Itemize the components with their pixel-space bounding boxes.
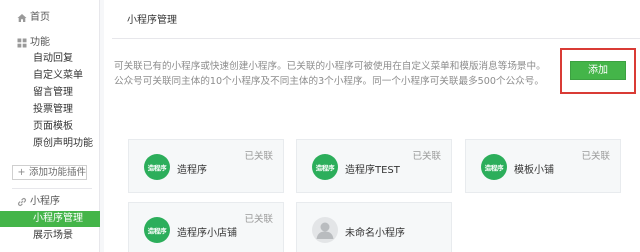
description: 可关联已有的小程序或快速创建小程序。已关联的小程序可被使用在自定义菜单和模版消息… <box>114 60 554 89</box>
card-name: 未命名小程序 <box>345 228 405 239</box>
sidebar-section-label: 小程序 <box>30 196 60 207</box>
sidebar-item-home[interactable]: 首页 <box>0 10 100 26</box>
logo-text: 造程序 <box>484 164 504 172</box>
title-divider <box>112 38 640 39</box>
add-button-highlight: 添加 <box>560 48 636 94</box>
sidebar: 首页 功能 自动回复 自定义菜单 留言管理 投票管理 页面模板 原创声明功能 +… <box>0 0 100 252</box>
sidebar-item-original-declaration[interactable]: 原创声明功能 <box>0 136 100 152</box>
miniprogram-card[interactable]: 造程序 模板小铺 已关联 <box>465 139 621 193</box>
miniprogram-card[interactable]: 造程序 造程序TEST 已关联 <box>296 139 452 193</box>
sidebar-item-custom-menu[interactable]: 自定义菜单 <box>0 68 100 84</box>
miniprogram-card[interactable]: 造程序 造程序小店铺 已关联 <box>128 202 284 252</box>
sidebar-item-votes[interactable]: 投票管理 <box>0 102 100 118</box>
page-title: 小程序管理 <box>127 15 177 26</box>
plus-icon: + <box>17 167 26 178</box>
link-icon <box>17 197 27 207</box>
miniprogram-logo-icon: 造程序 <box>312 154 338 180</box>
user-avatar-icon <box>312 217 338 243</box>
card-name: 模板小铺 <box>514 165 554 176</box>
sidebar-item-display-scenes[interactable]: 展示场景 <box>0 228 100 244</box>
home-icon <box>17 14 27 22</box>
miniprogram-logo-icon: 造程序 <box>144 217 170 243</box>
sidebar-section-miniprogram: 小程序 <box>0 194 100 210</box>
grid-icon <box>17 38 27 48</box>
sidebar-divider <box>12 188 92 189</box>
sidebar-item-miniprogram-management[interactable]: 小程序管理 <box>0 211 100 227</box>
card-name: 造程序小店铺 <box>177 228 237 239</box>
sidebar-item-auto-reply[interactable]: 自动回复 <box>0 51 100 67</box>
add-plugin-label: 添加功能插件 <box>29 167 87 178</box>
status-badge: 已关联 <box>244 151 273 162</box>
sidebar-item-page-templates[interactable]: 页面模板 <box>0 119 100 135</box>
add-button[interactable]: 添加 <box>570 61 626 80</box>
main-panel: 小程序管理 可关联已有的小程序或快速创建小程序。已关联的小程序可被使用在自定义菜… <box>104 0 640 252</box>
card-name: 造程序 <box>177 165 207 176</box>
miniprogram-card[interactable]: 造程序 造程序 已关联 <box>128 139 284 193</box>
logo-text: 造程序 <box>315 164 335 172</box>
miniprogram-card[interactable]: 未命名小程序 <box>296 202 452 252</box>
card-name: 造程序TEST <box>345 165 400 176</box>
sidebar-section-label: 功能 <box>30 37 50 48</box>
sidebar-section-features: 功能 <box>0 35 100 51</box>
status-badge: 已关联 <box>244 214 273 225</box>
sidebar-item-label: 首页 <box>30 12 50 23</box>
description-line-2: 公众号可关联同主体的10个小程序及不同主体的3个小程序。同一个小程序可关联最多5… <box>114 75 544 87</box>
sidebar-item-comments[interactable]: 留言管理 <box>0 85 100 101</box>
logo-text: 造程序 <box>147 227 167 235</box>
user-silhouette-icon <box>316 222 334 239</box>
status-badge: 已关联 <box>581 151 610 162</box>
status-badge: 已关联 <box>412 151 441 162</box>
description-line-1: 可关联已有的小程序或快速创建小程序。已关联的小程序可被使用在自定义菜单和模版消息… <box>114 61 546 72</box>
miniprogram-logo-icon: 造程序 <box>481 154 507 180</box>
miniprogram-logo-icon: 造程序 <box>144 154 170 180</box>
add-plugin-button[interactable]: + 添加功能插件 <box>12 165 87 180</box>
logo-text: 造程序 <box>147 164 167 172</box>
